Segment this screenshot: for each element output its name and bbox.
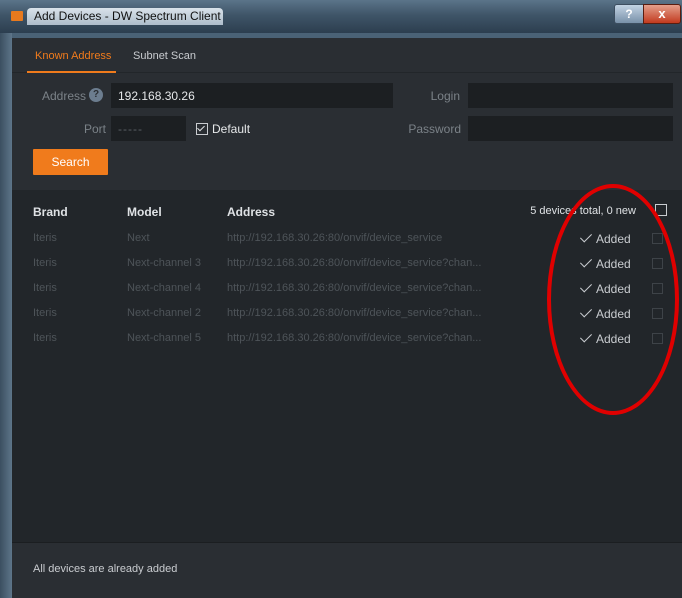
column-header-brand[interactable]: Brand (33, 205, 68, 219)
device-address: http://192.168.30.26:80/onvif/device_ser… (227, 307, 482, 319)
active-tab-indicator (27, 71, 116, 73)
column-header-address[interactable]: Address (227, 205, 275, 219)
search-button[interactable]: Search (33, 149, 108, 175)
device-model: Next (127, 232, 150, 244)
device-model: Next-channel 2 (127, 307, 201, 319)
device-model: Next-channel 4 (127, 282, 201, 294)
device-brand: Iteris (33, 282, 57, 294)
tab-subnet-scan[interactable]: Subnet Scan (133, 50, 196, 62)
password-label: Password (408, 122, 461, 136)
device-brand: Iteris (33, 307, 57, 319)
footer-divider (12, 542, 682, 543)
help-icon[interactable]: ? (89, 88, 103, 102)
address-label: Address (41, 89, 86, 103)
login-field[interactable] (468, 83, 673, 108)
device-brand: Iteris (33, 332, 57, 344)
device-address: http://192.168.30.26:80/onvif/device_ser… (227, 232, 443, 244)
address-field[interactable] (111, 83, 393, 108)
device-address: http://192.168.30.26:80/onvif/device_ser… (227, 282, 482, 294)
port-field[interactable] (111, 116, 186, 141)
device-model: Next-channel 3 (127, 257, 201, 269)
window-frame-left (0, 33, 12, 598)
password-input[interactable] (469, 117, 672, 140)
annotation-circle (547, 184, 679, 415)
tab-bar: Known Address Subnet Scan (12, 38, 682, 73)
port-label: Port (83, 122, 106, 136)
app-icon (11, 11, 23, 21)
help-window-button[interactable]: ? (614, 4, 644, 24)
default-label[interactable]: Default (212, 122, 250, 136)
status-message: All devices are already added (33, 563, 178, 575)
window-title: Add Devices - DW Spectrum Client (34, 9, 221, 23)
default-checkbox[interactable] (196, 123, 208, 135)
login-input[interactable] (469, 84, 672, 107)
address-input[interactable] (112, 84, 392, 107)
port-input[interactable] (112, 117, 185, 140)
device-address: http://192.168.30.26:80/onvif/device_ser… (227, 332, 482, 344)
tab-known-address[interactable]: Known Address (35, 50, 111, 62)
device-brand: Iteris (33, 232, 57, 244)
device-brand: Iteris (33, 257, 57, 269)
device-model: Next-channel 5 (127, 332, 201, 344)
login-label: Login (430, 89, 460, 103)
close-window-button[interactable]: x (643, 4, 681, 24)
password-field[interactable] (468, 116, 673, 141)
column-header-model[interactable]: Model (127, 205, 162, 219)
device-address: http://192.168.30.26:80/onvif/device_ser… (227, 257, 482, 269)
title-bar[interactable]: Add Devices - DW Spectrum Client ? x (0, 0, 682, 33)
